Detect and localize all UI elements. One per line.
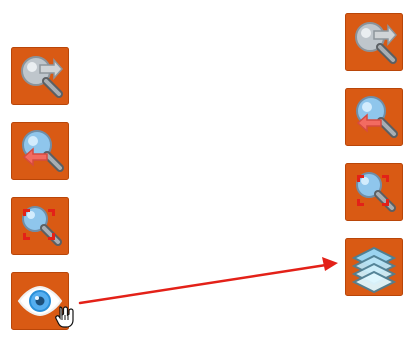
zoom-extent-icon: [11, 197, 69, 255]
eye-icon: [11, 272, 69, 330]
zoom-in-button[interactable]: [342, 85, 406, 149]
left-toolbar: [8, 44, 76, 344]
zoom-out-button[interactable]: [8, 44, 72, 108]
layers-button[interactable]: [342, 235, 406, 299]
right-toolbar: [342, 10, 406, 310]
visibility-button[interactable]: [8, 269, 72, 333]
zoom-out-icon: [345, 13, 403, 71]
zoom-in-icon: [345, 88, 403, 146]
zoom-in-icon: [11, 122, 69, 180]
zoom-in-button[interactable]: [8, 119, 72, 183]
zoom-extent-button[interactable]: [8, 194, 72, 258]
zoom-out-icon: [11, 47, 69, 105]
layers-icon: [345, 238, 403, 296]
zoom-extent-icon: [345, 163, 403, 221]
zoom-extent-button[interactable]: [342, 160, 406, 224]
zoom-out-button[interactable]: [342, 10, 406, 74]
